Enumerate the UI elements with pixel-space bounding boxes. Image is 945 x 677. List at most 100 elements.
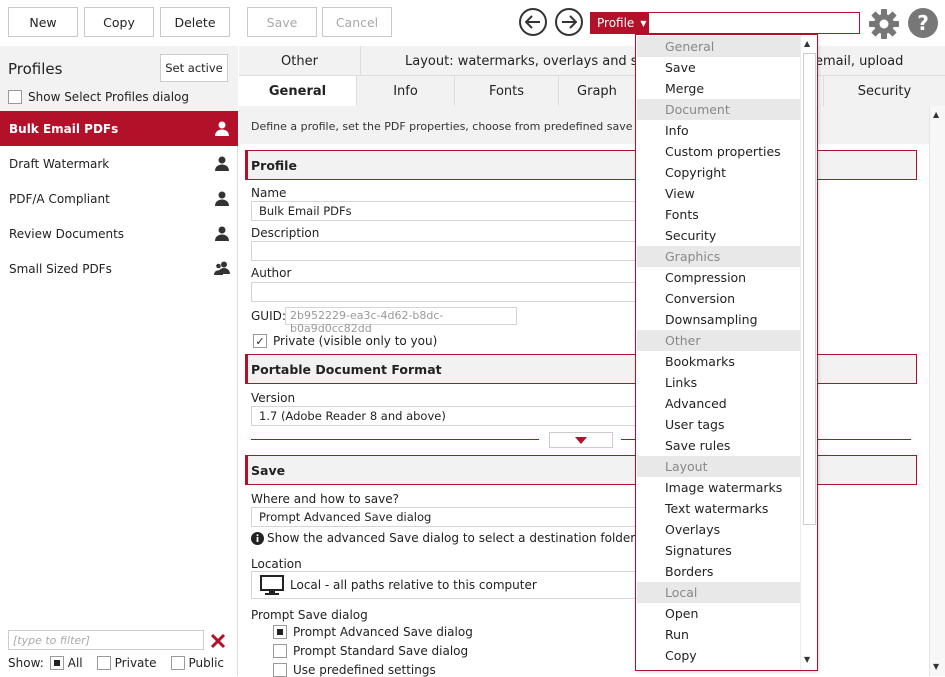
tab-general[interactable]: General xyxy=(239,76,357,106)
dropdown-item-security[interactable]: Security xyxy=(637,225,800,246)
scroll-down-icon[interactable]: ▼ xyxy=(804,655,810,664)
dropdown-item-conversion[interactable]: Conversion xyxy=(637,288,800,309)
dropdown-item-custom-properties[interactable]: Custom properties xyxy=(637,141,800,162)
clear-filter-icon[interactable] xyxy=(209,632,227,650)
help-icon[interactable]: ? xyxy=(907,7,939,39)
cancel-button[interactable]: Cancel xyxy=(322,7,392,37)
show-public-checkbox[interactable] xyxy=(170,656,185,670)
profiles-header: Profiles Set active Show Select Profiles… xyxy=(0,46,238,111)
delete-button[interactable]: Delete xyxy=(160,7,230,37)
show-all-checkbox[interactable] xyxy=(49,656,64,670)
chevron-down-icon: ▼ xyxy=(640,18,647,28)
name-input[interactable]: Bulk Email PDFs xyxy=(251,201,641,221)
tab-email-upload[interactable]: email, upload xyxy=(805,46,925,76)
tab-graphics[interactable]: Graph xyxy=(559,76,635,106)
where-select[interactable]: Prompt Advanced Save dialog xyxy=(251,507,641,527)
dropdown-item-copyright[interactable]: Copyright xyxy=(637,162,800,183)
prompt-standard-option[interactable]: Prompt Standard Save dialog xyxy=(273,644,468,658)
filter-input[interactable]: [type to filter] xyxy=(8,630,204,650)
tab-row-top: Other Layout: watermarks, overlays and s… xyxy=(239,46,945,76)
show-select-profiles-checkbox[interactable]: Show Select Profiles dialog xyxy=(8,90,189,104)
intro-text: Define a profile, set the PDF properties… xyxy=(239,106,929,144)
dropdown-item-save-rules[interactable]: Save rules xyxy=(637,435,800,456)
dropdown-item-borders[interactable]: Borders xyxy=(637,561,800,582)
settings-pane: Other Layout: watermarks, overlays and s… xyxy=(239,46,945,677)
dropdown-item-copy[interactable]: Copy xyxy=(637,645,800,666)
show-filter-row: Show: All Private Public xyxy=(8,656,224,670)
profile-dropdown-label: Profile xyxy=(597,16,635,30)
dropdown-item-text-watermarks[interactable]: Text watermarks xyxy=(637,498,800,519)
dropdown-item-open[interactable]: Open xyxy=(637,603,800,624)
profile-item-small-sized-pdfs[interactable]: Small Sized PDFs xyxy=(0,251,238,286)
profile-item-bulk-email-pdfs[interactable]: Bulk Email PDFs xyxy=(0,111,238,146)
checkbox-box xyxy=(8,90,22,104)
dropdown-group-general: General xyxy=(637,36,800,57)
set-active-button[interactable]: Set active xyxy=(160,54,228,82)
show-select-profiles-label: Show Select Profiles dialog xyxy=(28,90,190,104)
tab-security[interactable]: Security xyxy=(823,76,945,106)
guid-label: GUID: xyxy=(251,309,286,323)
search-input[interactable] xyxy=(648,12,860,34)
profile-section-dropdown: General Save Merge Document Info Custom … xyxy=(635,34,818,671)
dropdown-item-overlays[interactable]: Overlays xyxy=(637,519,800,540)
radio-box xyxy=(273,663,287,677)
prompt-standard-label: Prompt Standard Save dialog xyxy=(293,644,469,658)
profile-item-label: Review Documents xyxy=(9,226,125,241)
dropdown-item-bookmarks[interactable]: Bookmarks xyxy=(637,351,800,372)
dropdown-scroll-thumb[interactable] xyxy=(803,53,816,525)
dropdown-item-info[interactable]: Info xyxy=(637,120,800,141)
dropdown-item-compression[interactable]: Compression xyxy=(637,267,800,288)
user-icon xyxy=(215,191,229,206)
user-icon xyxy=(215,226,229,241)
dropdown-item-view[interactable]: View xyxy=(637,183,800,204)
location-value: Local - all paths relative to this compu… xyxy=(290,578,537,592)
dropdown-item-downsampling[interactable]: Downsampling xyxy=(637,309,800,330)
scroll-up-icon[interactable]: ▲ xyxy=(933,110,939,119)
tab-layout[interactable]: Layout: watermarks, overlays and sig xyxy=(361,46,661,76)
profile-item-label: Bulk Email PDFs xyxy=(9,121,119,136)
profile-item-label: Small Sized PDFs xyxy=(9,261,112,276)
copy-button[interactable]: Copy xyxy=(84,7,154,37)
predefined-settings-label: Use predefined settings xyxy=(293,663,436,677)
location-select[interactable]: Local - all paths relative to this compu… xyxy=(251,571,641,599)
dropdown-item-links[interactable]: Links xyxy=(637,372,800,393)
dropdown-item-signatures[interactable]: Signatures xyxy=(637,540,800,561)
prompt-advanced-option[interactable]: Prompt Advanced Save dialog xyxy=(273,625,473,639)
dropdown-item-user-tags[interactable]: User tags xyxy=(637,414,800,435)
predefined-settings-option[interactable]: Use predefined settings xyxy=(273,663,436,677)
profile-item-review-documents[interactable]: Review Documents xyxy=(0,216,238,251)
profile-item-draft-watermark[interactable]: Draft Watermark xyxy=(0,146,238,181)
profile-item-pdfa-compliant[interactable]: PDF/A Compliant xyxy=(0,181,238,216)
tab-fonts[interactable]: Fonts xyxy=(455,76,559,106)
monitor-icon xyxy=(260,575,284,595)
save-info-text: Show the advanced Save dialog to select … xyxy=(267,531,685,545)
private-checkbox[interactable]: ✓ Private (visible only to you) xyxy=(253,334,437,348)
forward-button[interactable] xyxy=(555,8,583,36)
save-button[interactable]: Save xyxy=(247,7,317,37)
dropdown-item-run[interactable]: Run xyxy=(637,624,800,645)
scroll-up-icon[interactable]: ▲ xyxy=(804,39,810,48)
content-scrollbar[interactable]: ▲ ▼ xyxy=(929,106,945,676)
scroll-down-icon[interactable]: ▼ xyxy=(933,662,939,671)
dropdown-scrollbar[interactable]: ▲ ▼ xyxy=(800,35,817,670)
tab-info[interactable]: Info xyxy=(357,76,455,106)
expand-button[interactable] xyxy=(549,432,613,448)
back-button[interactable] xyxy=(519,8,547,36)
dropdown-item-image-watermarks[interactable]: Image watermarks xyxy=(637,477,800,498)
gear-icon[interactable] xyxy=(868,8,900,40)
dropdown-item-fonts[interactable]: Fonts xyxy=(637,204,800,225)
author-input[interactable] xyxy=(251,282,641,302)
guid-field[interactable]: 2b952229-ea3c-4d62-b8dc-b0a9d0cc82dd xyxy=(285,307,517,335)
version-select[interactable]: 1.7 (Adobe Reader 8 and above) xyxy=(251,406,641,426)
dropdown-item-save[interactable]: Save xyxy=(637,57,800,78)
profile-list: Bulk Email PDFs Draft Watermark PDF/A Co… xyxy=(0,111,238,286)
svg-text:?: ? xyxy=(917,11,929,35)
description-input[interactable] xyxy=(251,241,641,261)
profile-dropdown-button[interactable]: Profile ▼ xyxy=(590,12,648,34)
dropdown-item-advanced[interactable]: Advanced xyxy=(637,393,800,414)
tab-other[interactable]: Other xyxy=(239,46,361,76)
author-label: Author xyxy=(251,266,292,280)
new-button[interactable]: New xyxy=(8,7,78,37)
dropdown-item-merge[interactable]: Merge xyxy=(637,78,800,99)
show-private-checkbox[interactable] xyxy=(96,656,111,670)
